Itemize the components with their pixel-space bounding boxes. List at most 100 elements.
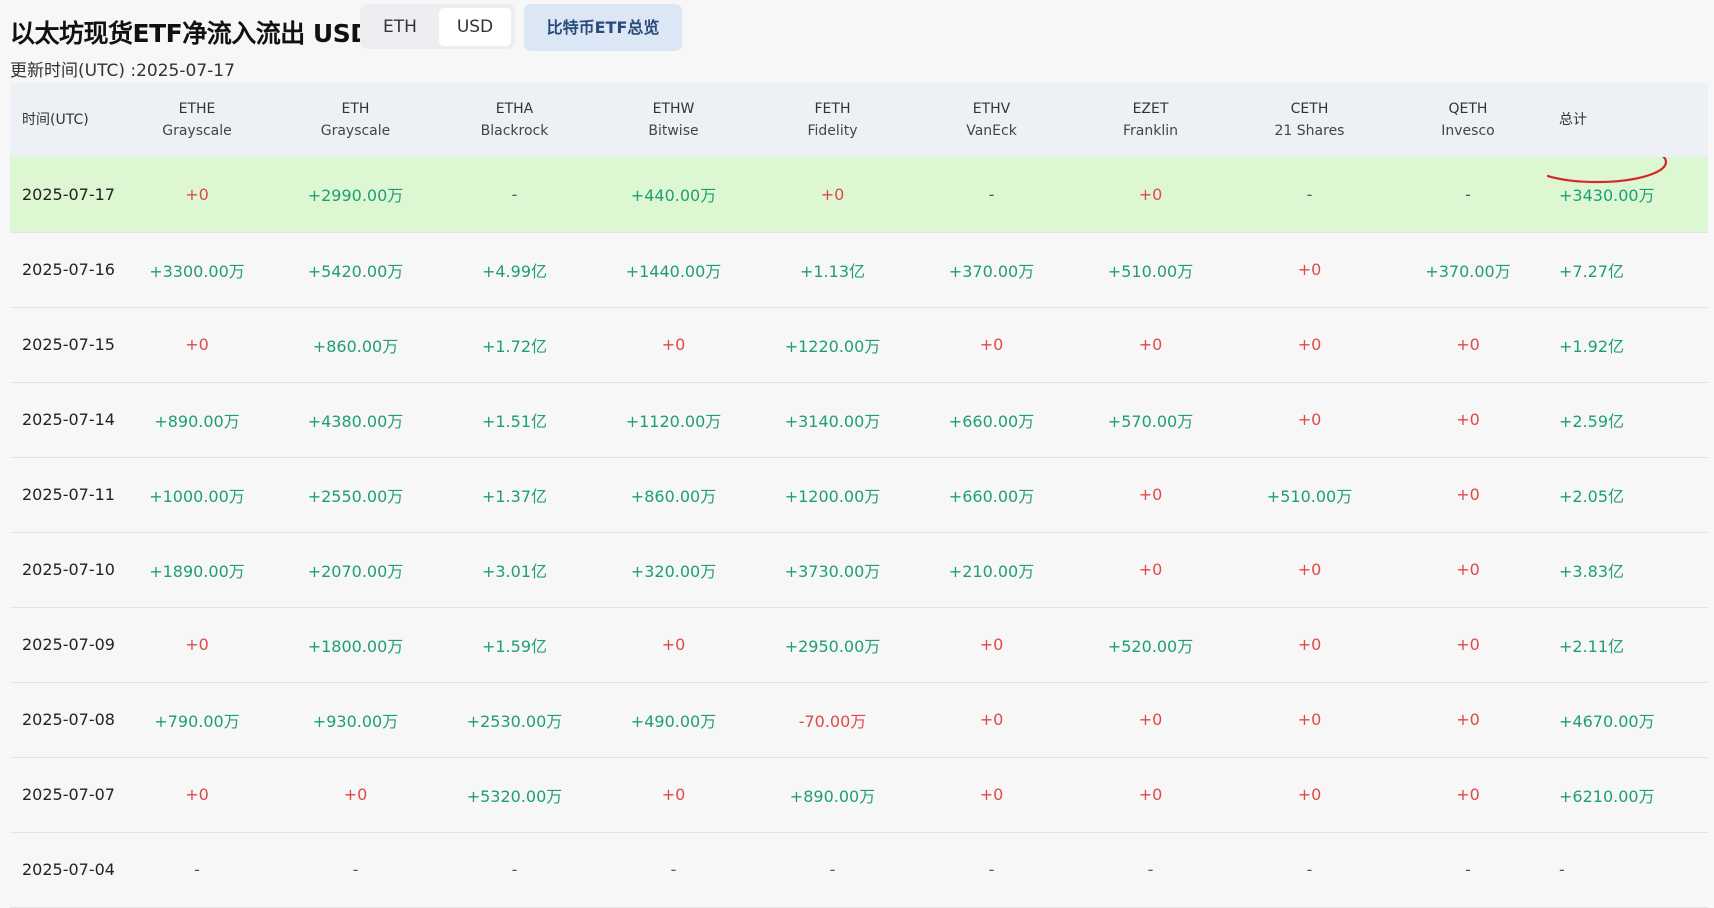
- flow-cell: +890.00万: [789, 786, 876, 806]
- total-cell: +3430.00万: [1547, 157, 1708, 232]
- total-cell: -: [1547, 832, 1708, 907]
- flow-cell: +1120.00万: [625, 411, 722, 431]
- flow-cell: +440.00万: [630, 186, 717, 206]
- row-date: 2025-07-16: [22, 260, 115, 279]
- table-row: 2025-07-15 +0 +860.00万 +1.72亿 +0 +1220.00万 +0 +…: [10, 307, 1708, 382]
- flow-cell: -70.00万: [798, 711, 867, 731]
- fund-issuer: Bitwise: [648, 123, 699, 139]
- flow-cell: +0: [185, 785, 209, 804]
- flow-cell: +0: [1297, 335, 1322, 354]
- row-date: 2025-07-15: [22, 335, 115, 354]
- row-date: 2025-07-11: [22, 485, 115, 504]
- annotation-circle: [1547, 157, 1668, 184]
- flow-cell: +1200.00万: [784, 486, 881, 506]
- flow-cell: +660.00万: [948, 486, 1035, 506]
- flow-cell: +570.00万: [1107, 411, 1194, 431]
- flow-cell: +0: [979, 635, 1004, 654]
- total-value: +3430.00万: [1559, 186, 1655, 206]
- flow-cell: +320.00万: [630, 561, 717, 581]
- total-value: +2.11亿: [1559, 636, 1625, 656]
- fund-ticker: ETH: [341, 101, 370, 117]
- fund-issuer: Blackrock: [480, 123, 549, 139]
- table-row: 2025-07-08 +790.00万 +930.00万 +2530.00万 +490.…: [10, 682, 1708, 757]
- flow-cell: +4380.00万: [307, 411, 404, 431]
- flow-cell: +0: [661, 335, 686, 354]
- total-value: +7.27亿: [1559, 261, 1625, 281]
- column-header-fund: QETH Invesco: [1389, 83, 1547, 157]
- total-cell: +6210.00万: [1547, 757, 1708, 832]
- flow-cell: +0: [1456, 485, 1480, 504]
- flow-cell: +0: [1456, 560, 1480, 579]
- total-value: +4670.00万: [1559, 711, 1655, 731]
- update-time: 更新时间(UTC) :2025-07-17: [10, 56, 235, 81]
- total-value: +3.83亿: [1559, 561, 1625, 581]
- row-date: 2025-07-10: [22, 560, 115, 579]
- flow-cell: +2550.00万: [307, 486, 404, 506]
- column-header-total: 总计: [1559, 112, 1587, 128]
- flow-cell: +2070.00万: [307, 561, 404, 581]
- flow-cell: +0: [1297, 560, 1322, 579]
- table-row: 2025-07-17 +0 +2990.00万 - +440.00万 +0 - +0 - - +34…: [10, 157, 1708, 232]
- table-row: 2025-07-16 +3300.00万 +5420.00万 +4.99亿 +1440.…: [10, 232, 1708, 307]
- flow-cell: +1000.00万: [149, 486, 245, 506]
- row-date: 2025-07-04: [22, 860, 115, 879]
- fund-ticker: CETH: [1290, 101, 1329, 117]
- flow-cell: +0: [1297, 260, 1322, 279]
- total-value: +2.05亿: [1559, 486, 1625, 506]
- unit-option-usd[interactable]: USD: [439, 8, 511, 46]
- flow-cell: +0: [1456, 785, 1480, 804]
- flow-cell: +5320.00万: [466, 786, 563, 806]
- fund-issuer: Franklin: [1122, 123, 1178, 139]
- table-body: 2025-07-17 +0 +2990.00万 - +440.00万 +0 - +0 - - +34…: [10, 157, 1708, 907]
- flow-cell: +0: [185, 635, 209, 654]
- flow-cell: +0: [979, 785, 1004, 804]
- total-cell: +7.27亿: [1547, 232, 1708, 307]
- flow-cell: +370.00万: [948, 261, 1035, 281]
- flow-cell: +0: [1138, 184, 1163, 204]
- flow-cell: +2950.00万: [784, 636, 881, 656]
- fund-ticker: EZET: [1132, 101, 1169, 117]
- flow-cell: +1440.00万: [625, 261, 722, 281]
- total-value: +2.59亿: [1559, 411, 1625, 431]
- flow-cell: +0: [185, 335, 209, 354]
- flow-cell: +1.72亿: [481, 336, 548, 356]
- etf-flow-table: 时间(UTC) ETHE Grayscale ETH Grayscale ETHA B…: [10, 83, 1708, 908]
- flow-cell: +0: [1456, 635, 1480, 654]
- flow-cell: +0: [661, 785, 686, 804]
- flow-cell: +0: [1297, 710, 1322, 729]
- unit-option-eth[interactable]: ETH: [364, 8, 436, 46]
- flow-cell: +0: [1297, 410, 1322, 429]
- flow-cell: -: [988, 860, 995, 879]
- table-row: 2025-07-14 +890.00万 +4380.00万 +1.51亿 +1120.0…: [10, 382, 1708, 457]
- flow-cell: +3300.00万: [149, 261, 245, 281]
- flow-cell: -: [1465, 184, 1471, 204]
- flow-cell: +0: [820, 184, 845, 204]
- total-cell: +4670.00万: [1547, 682, 1708, 757]
- column-header-fund: EZET Franklin: [1071, 83, 1230, 157]
- fund-issuer: Grayscale: [162, 123, 232, 139]
- flow-cell: -: [829, 860, 836, 879]
- column-header-fund: ETHA Blackrock: [435, 83, 594, 157]
- table-row: 2025-07-04 - - - - - - - - - -: [10, 832, 1708, 907]
- flow-cell: +0: [1297, 785, 1322, 804]
- table-row: 2025-07-07 +0 +0 +5320.00万 +0 +890.00万 +0 +0 +0 +…: [10, 757, 1708, 832]
- annotation-ellipse: [1547, 157, 1668, 184]
- flow-cell: +510.00万: [1266, 486, 1353, 506]
- total-cell: +3.83亿: [1547, 532, 1708, 607]
- flow-cell: +210.00万: [948, 561, 1035, 581]
- flow-cell: +860.00万: [630, 486, 717, 506]
- flow-cell: +3.01亿: [481, 561, 548, 581]
- flow-cell: +790.00万: [154, 711, 240, 731]
- fund-ticker: ETHA: [495, 101, 534, 117]
- flow-cell: +3140.00万: [784, 411, 881, 431]
- flow-cell: +510.00万: [1107, 261, 1194, 281]
- flow-cell: -: [1465, 860, 1471, 879]
- flow-cell: +0: [979, 710, 1004, 729]
- flow-cell: +660.00万: [948, 411, 1035, 431]
- table-row: 2025-07-09 +0 +1800.00万 +1.59亿 +0 +2950.00万 +0…: [10, 607, 1708, 682]
- bitcoin-etf-overview-button[interactable]: 比特币ETF总览: [524, 4, 682, 51]
- table-header-row: 时间(UTC) ETHE Grayscale ETH Grayscale ETHA B…: [10, 83, 1708, 157]
- fund-ticker: FETH: [814, 101, 851, 117]
- flow-cell: -: [511, 184, 518, 204]
- fund-ticker: ETHE: [178, 101, 216, 117]
